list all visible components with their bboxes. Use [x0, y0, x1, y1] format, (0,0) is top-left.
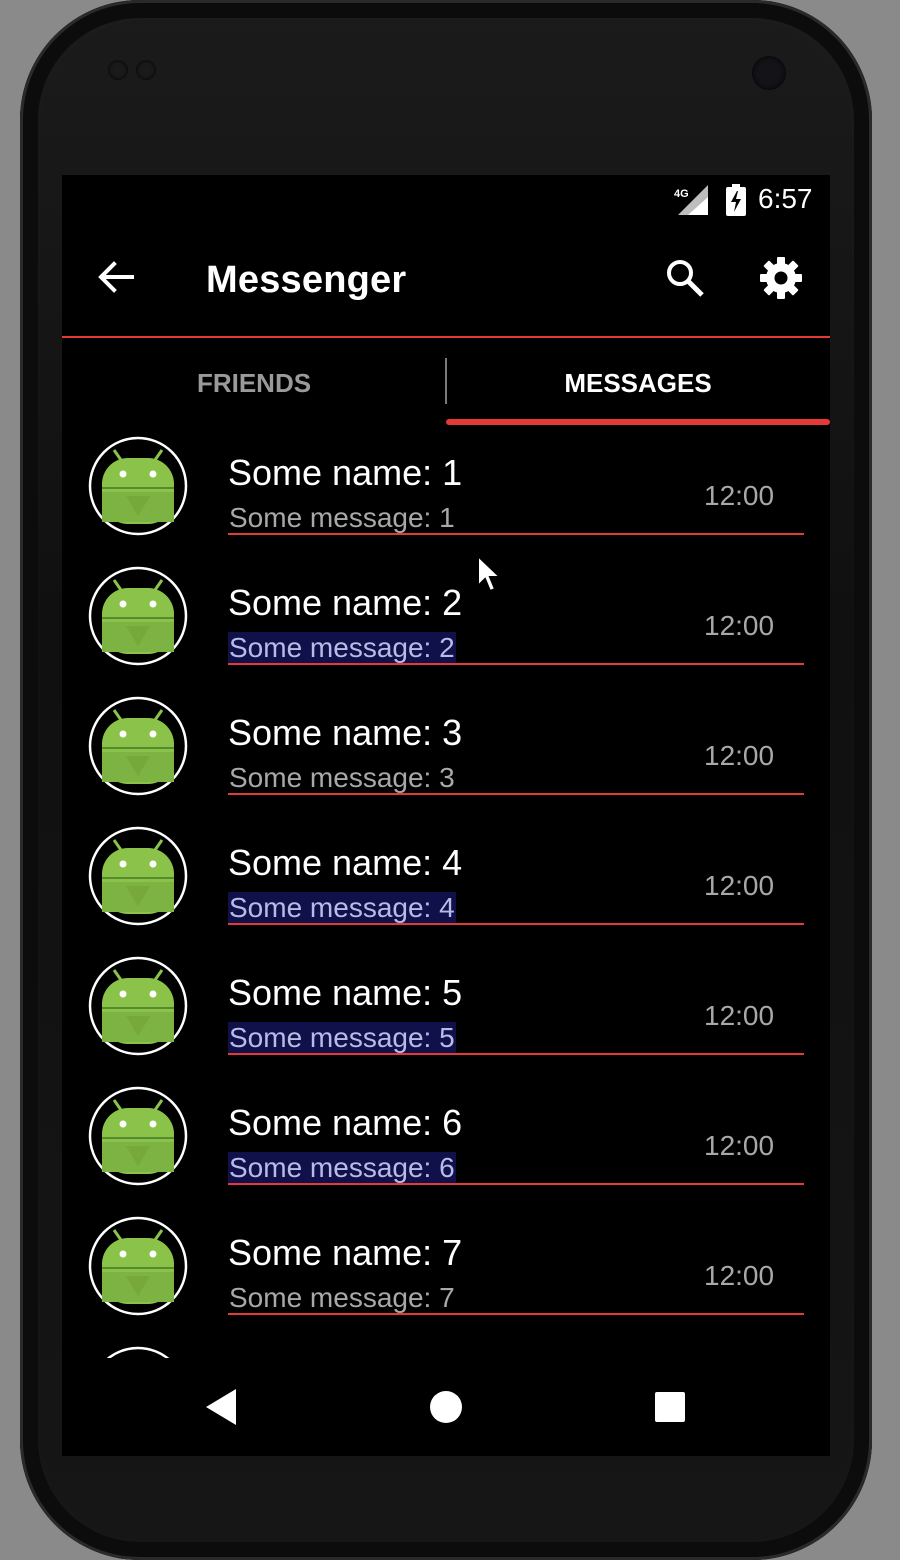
tab-messages[interactable]: MESSAGES	[446, 338, 830, 428]
row-divider	[228, 1183, 804, 1185]
row-divider	[228, 663, 804, 665]
list-item[interactable]: Some name: 5 Some message: 5 12:00	[62, 948, 830, 1078]
app-toolbar: Messenger	[62, 227, 830, 337]
search-icon[interactable]	[664, 257, 706, 299]
row-divider	[228, 1053, 804, 1055]
message-preview: Some message: 1	[229, 502, 455, 533]
list-item-partial[interactable]	[62, 1338, 830, 1358]
list-item[interactable]: Some name: 6 Some message: 6 12:00	[62, 1078, 830, 1208]
android-avatar-icon	[88, 696, 188, 796]
message-preview: Some message: 5	[228, 1022, 456, 1054]
row-divider	[228, 1313, 804, 1315]
tab-bar: FRIENDS MESSAGES	[62, 338, 830, 428]
page-title: Messenger	[206, 259, 407, 301]
conversation-list[interactable]: Some name: 1 Some message: 1 12:00 Some …	[62, 428, 830, 1358]
status-time: 6:57	[758, 183, 813, 214]
android-avatar-icon	[88, 436, 188, 536]
android-avatar-icon	[88, 1216, 188, 1316]
message-preview: Some message: 6	[228, 1152, 456, 1184]
contact-name: Some name: 7	[228, 1232, 463, 1273]
gear-icon[interactable]	[758, 255, 804, 301]
back-arrow-icon[interactable]	[96, 257, 136, 297]
message-time: 12:00	[704, 480, 775, 511]
android-avatar-icon	[88, 1086, 188, 1186]
nav-recents-button[interactable]	[630, 1358, 710, 1456]
message-time: 12:00	[704, 610, 775, 641]
status-bar: 4G 6:57	[62, 175, 830, 227]
message-time: 12:00	[704, 1000, 775, 1031]
battery-icon	[726, 184, 746, 216]
system-nav-bar	[62, 1358, 830, 1456]
message-preview: Some message: 4	[228, 892, 456, 924]
message-time: 12:00	[704, 870, 775, 901]
row-divider	[228, 533, 804, 535]
nav-recents-icon	[655, 1392, 685, 1422]
list-item[interactable]: Some name: 3 Some message: 3 12:00	[62, 688, 830, 818]
selected-tab-indicator	[446, 419, 830, 425]
contact-name: Some name: 3	[228, 712, 463, 753]
tab-friends[interactable]: FRIENDS	[62, 338, 446, 428]
row-divider	[228, 923, 804, 925]
android-avatar-icon	[88, 566, 188, 666]
row-divider	[228, 793, 804, 795]
mouse-pointer-icon	[477, 554, 502, 593]
nav-home-icon	[430, 1391, 462, 1423]
nav-home-button[interactable]	[406, 1358, 486, 1456]
signal-icon: 4G	[674, 185, 708, 215]
android-avatar-icon	[88, 826, 188, 926]
contact-name: Some name: 4	[228, 842, 463, 883]
contact-name: Some name: 2	[228, 582, 463, 623]
list-item[interactable]: Some name: 2 Some message: 2 12:00	[62, 558, 830, 688]
list-item[interactable]: Some name: 7 Some message: 7 12:00	[62, 1208, 830, 1338]
message-preview: Some message: 7	[229, 1282, 455, 1313]
nav-back-button[interactable]	[182, 1358, 262, 1456]
speaker-grille	[108, 60, 164, 85]
phone-screen: 4G 6:57 Messenger FRIENDS MESSAGES Some …	[62, 175, 830, 1456]
android-avatar-icon	[106, 1346, 170, 1358]
network-type-label: 4G	[674, 188, 689, 200]
contact-name: Some name: 6	[228, 1102, 463, 1143]
android-avatar-icon	[88, 956, 188, 1056]
message-preview: Some message: 2	[228, 632, 456, 664]
nav-back-icon	[206, 1389, 236, 1425]
contact-name: Some name: 5	[228, 972, 463, 1013]
message-time: 12:00	[704, 1130, 775, 1161]
list-item[interactable]: Some name: 4 Some message: 4 12:00	[62, 818, 830, 948]
list-item[interactable]: Some name: 1 Some message: 1 12:00	[62, 428, 830, 558]
front-camera	[752, 56, 786, 90]
message-time: 12:00	[704, 740, 775, 771]
message-time: 12:00	[704, 1260, 775, 1291]
contact-name: Some name: 1	[228, 452, 463, 493]
message-preview: Some message: 3	[229, 762, 455, 793]
